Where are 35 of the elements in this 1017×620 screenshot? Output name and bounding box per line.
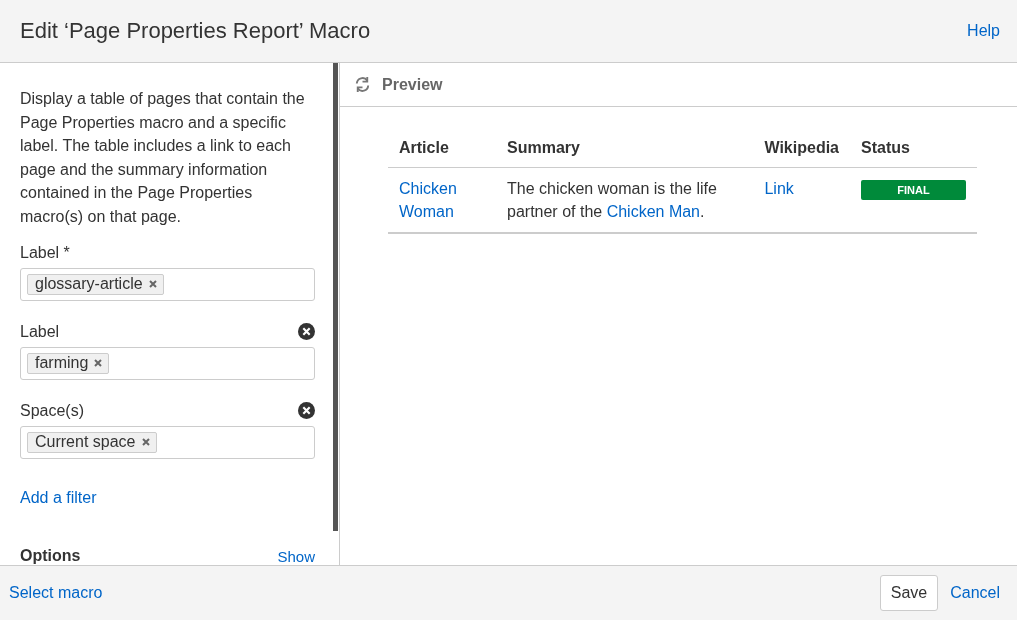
field-label: Label * (20, 243, 70, 262)
remove-icon[interactable] (298, 323, 315, 341)
close-icon[interactable] (148, 279, 157, 288)
token-chip[interactable]: Current space (27, 431, 157, 453)
close-icon[interactable] (94, 358, 103, 367)
close-icon[interactable] (141, 437, 150, 446)
summary-text: The chicken woman is the life partner of the Chicken Man. (507, 180, 717, 220)
dialog-title: Edit ‘Page Properties Report’ Macro (20, 18, 371, 44)
wikipedia-link[interactable]: Link (764, 180, 794, 197)
preview-title: Preview (382, 75, 443, 94)
page-link[interactable]: Chicken Man (606, 203, 700, 220)
add-filter-link[interactable]: Add a filter (20, 489, 97, 507)
select-macro-link[interactable]: Select macro (9, 584, 880, 602)
options-heading: Options (20, 547, 81, 565)
help-link[interactable]: Help (967, 22, 1000, 40)
column-header: Wikipedia (753, 127, 850, 168)
article-link[interactable]: Chicken Woman (399, 177, 485, 223)
show-link[interactable]: Show (277, 547, 315, 565)
token-chip[interactable]: glossary-article (27, 273, 164, 295)
cancel-link[interactable]: Cancel (950, 584, 1000, 602)
column-header: Summary (496, 127, 754, 168)
macro-description: Display a table of pages that contain the Page Properties macro and a specific label. The table includes a link to each page and the summary information contained in the Page Properties macro(s) on that page. (20, 89, 306, 227)
status-lozenge: FINAL (861, 180, 966, 200)
save-button[interactable]: Save (879, 575, 939, 611)
token-chip[interactable]: farming (27, 352, 110, 374)
label-field[interactable]: farming (20, 346, 315, 380)
refresh-icon[interactable] (353, 75, 372, 94)
field-label: Space(s) (20, 401, 85, 420)
remove-icon[interactable] (298, 402, 315, 420)
scrollbar[interactable] (333, 63, 338, 531)
column-header: Status (850, 127, 977, 168)
label-field[interactable]: glossary-article (20, 267, 315, 301)
label-field[interactable]: Current space (20, 425, 315, 459)
column-header: Article (388, 127, 496, 168)
field-label: Label (20, 322, 60, 341)
